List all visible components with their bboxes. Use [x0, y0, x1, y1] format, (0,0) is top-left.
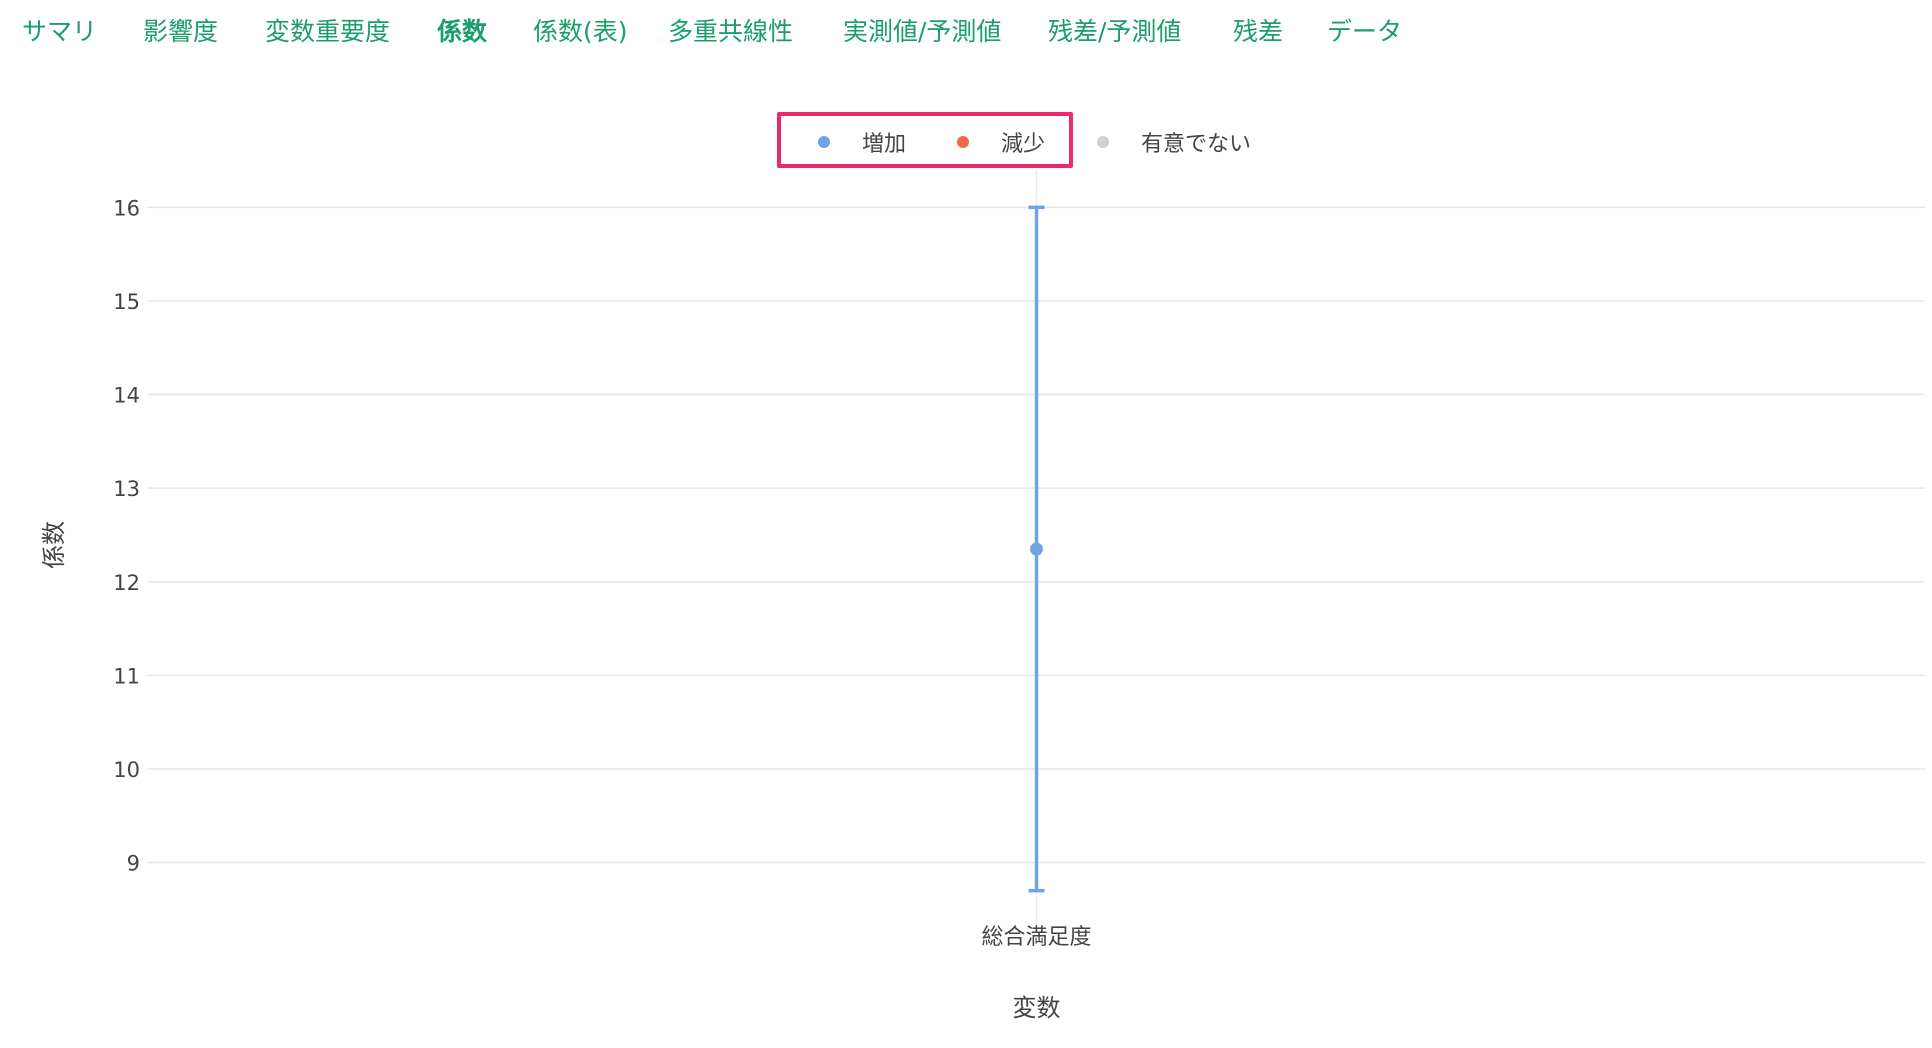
y-tick-label: 9: [127, 852, 140, 876]
x-tick-label: 総合満足度: [981, 925, 1091, 950]
y-tick-label: 14: [113, 384, 140, 408]
y-tick-label: 10: [113, 758, 140, 782]
y-tick-label: 12: [113, 571, 140, 595]
y-tick-label: 16: [113, 196, 140, 220]
x-axis-title: 変数: [1013, 994, 1061, 1022]
y-tick-label: 15: [113, 290, 140, 314]
coefficient-point: [1030, 542, 1043, 556]
coefficient-chart: 9 10 11 12 13 14 15 16 総合満足度変数 係数: [40, 170, 1925, 1022]
y-tick-label: 11: [113, 664, 140, 688]
y-tick-label: 13: [113, 477, 140, 501]
y-axis-title: 係数: [40, 521, 68, 569]
